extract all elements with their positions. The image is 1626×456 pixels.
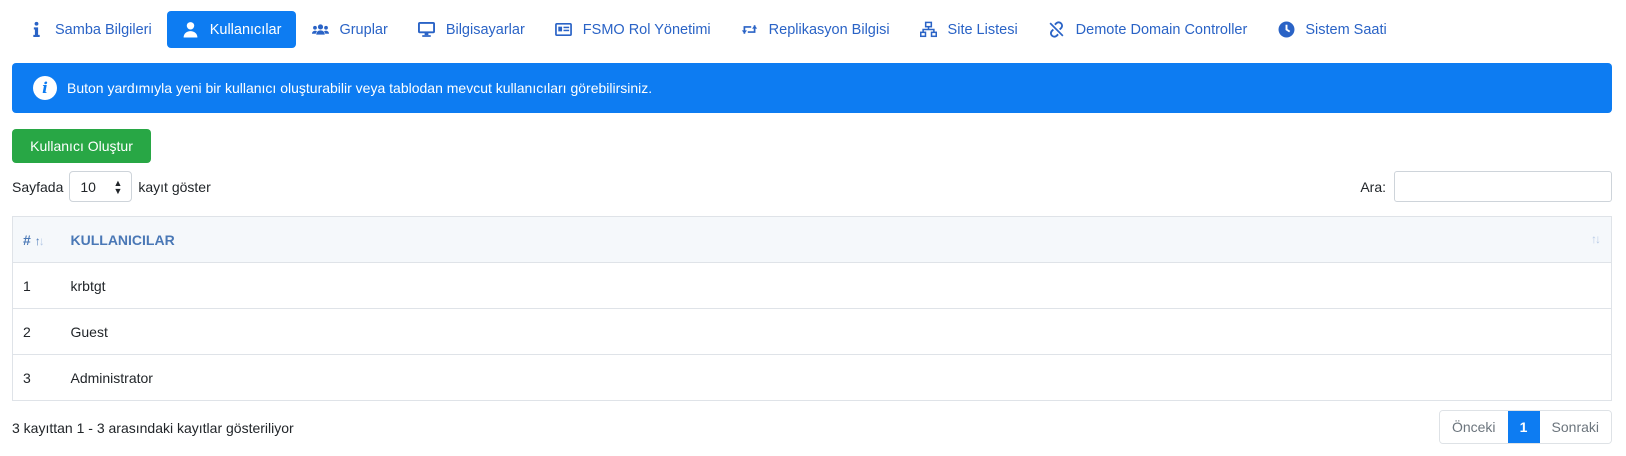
info-alert: i Buton yardımıyla yeni bir kullanıcı ol…: [12, 63, 1612, 113]
tab-label: Demote Domain Controller: [1075, 21, 1248, 38]
tab-bilgisayarlar[interactable]: Bilgisayarlar: [403, 11, 540, 48]
tab-fsmo-rol-yonetimi[interactable]: FSMO Rol Yönetimi: [540, 11, 726, 48]
users-icon: [311, 21, 329, 39]
tab-label: Gruplar: [339, 21, 388, 38]
table-search: Ara:: [1360, 171, 1612, 202]
tab-demote-domain-controller[interactable]: Demote Domain Controller: [1033, 11, 1263, 48]
sort-both-icon: ↑↓: [1591, 231, 1601, 246]
page-length-control: Sayfada 10 ▲ ▼ kayıt göster: [12, 171, 211, 202]
user-icon: [182, 21, 200, 39]
create-user-button[interactable]: Kullanıcı Oluştur: [12, 129, 151, 163]
row-number: 2: [12, 308, 71, 355]
tab-label: Bilgisayarlar: [445, 21, 525, 38]
id-card-icon: [555, 21, 573, 39]
sitemap-icon: [920, 21, 938, 39]
info-circle-icon: i: [33, 76, 57, 100]
table-header-row: # ↑↓ KULLANICILAR ↑↓: [12, 216, 1612, 263]
pagination: Önceki 1 Sonraki: [1438, 410, 1612, 444]
tab-samba-bilgileri[interactable]: Samba Bilgileri: [12, 11, 167, 48]
next-page-button[interactable]: Sonraki: [1539, 411, 1611, 443]
row-number: 3: [12, 354, 71, 401]
search-input[interactable]: [1394, 171, 1612, 202]
tab-site-listesi[interactable]: Site Listesi: [905, 11, 1033, 48]
users-table: # ↑↓ KULLANICILAR ↑↓ 1 krbtgt 2 Guest 3 Ad…: [12, 216, 1612, 401]
tab-label: Sistem Saati: [1305, 21, 1387, 38]
page-1-button[interactable]: 1: [1507, 411, 1540, 443]
info-icon: [27, 21, 45, 39]
tab-replikasyon-bilgisi[interactable]: Replikasyon Bilgisi: [726, 11, 905, 48]
clock-icon: [1277, 21, 1295, 39]
row-username: Guest: [70, 308, 1612, 355]
column-number-label: #: [23, 231, 31, 248]
table-row[interactable]: 1 krbtgt: [12, 262, 1612, 309]
retweet-icon: [741, 21, 759, 39]
tab-label: Kullanıcılar: [209, 21, 282, 38]
page-length-value: 10: [80, 178, 96, 195]
alert-text: Buton yardımıyla yeni bir kullanıcı oluş…: [67, 80, 653, 96]
tab-sistem-saati[interactable]: Sistem Saati: [1262, 11, 1401, 48]
length-prefix: Sayfada: [12, 178, 64, 195]
row-username: krbtgt: [70, 262, 1612, 309]
column-header-users[interactable]: KULLANICILAR ↑↓: [70, 216, 1612, 263]
tab-label: Samba Bilgileri: [55, 21, 152, 38]
tab-label: FSMO Rol Yönetimi: [582, 21, 711, 38]
select-arrows-icon: ▲ ▼: [113, 177, 123, 196]
sort-asc-icon: ↑↓: [34, 233, 45, 248]
row-username: Administrator: [70, 354, 1612, 401]
tab-label: Replikasyon Bilgisi: [768, 21, 890, 38]
search-label: Ara:: [1360, 178, 1386, 195]
row-number: 1: [12, 262, 71, 309]
table-info: 3 kayıttan 1 - 3 arasındaki kayıtlar gös…: [12, 420, 294, 436]
tab-gruplar[interactable]: Gruplar: [296, 11, 402, 48]
nav-tabs: Samba Bilgileri Kullanıcılar Gruplar Bil…: [12, 11, 1402, 48]
desktop-icon: [418, 21, 436, 39]
tab-kullanicilar[interactable]: Kullanıcılar: [166, 11, 297, 48]
table-row[interactable]: 2 Guest: [12, 308, 1612, 355]
column-header-number[interactable]: # ↑↓: [12, 216, 71, 263]
unlink-icon: [1048, 21, 1066, 39]
column-users-label: KULLANICILAR: [70, 231, 175, 248]
length-suffix: kayıt göster: [138, 178, 211, 195]
table-row[interactable]: 3 Administrator: [12, 354, 1612, 401]
tab-label: Site Listesi: [947, 21, 1018, 38]
prev-page-button[interactable]: Önceki: [1439, 411, 1508, 443]
page-length-select[interactable]: 10 ▲ ▼: [69, 171, 133, 202]
